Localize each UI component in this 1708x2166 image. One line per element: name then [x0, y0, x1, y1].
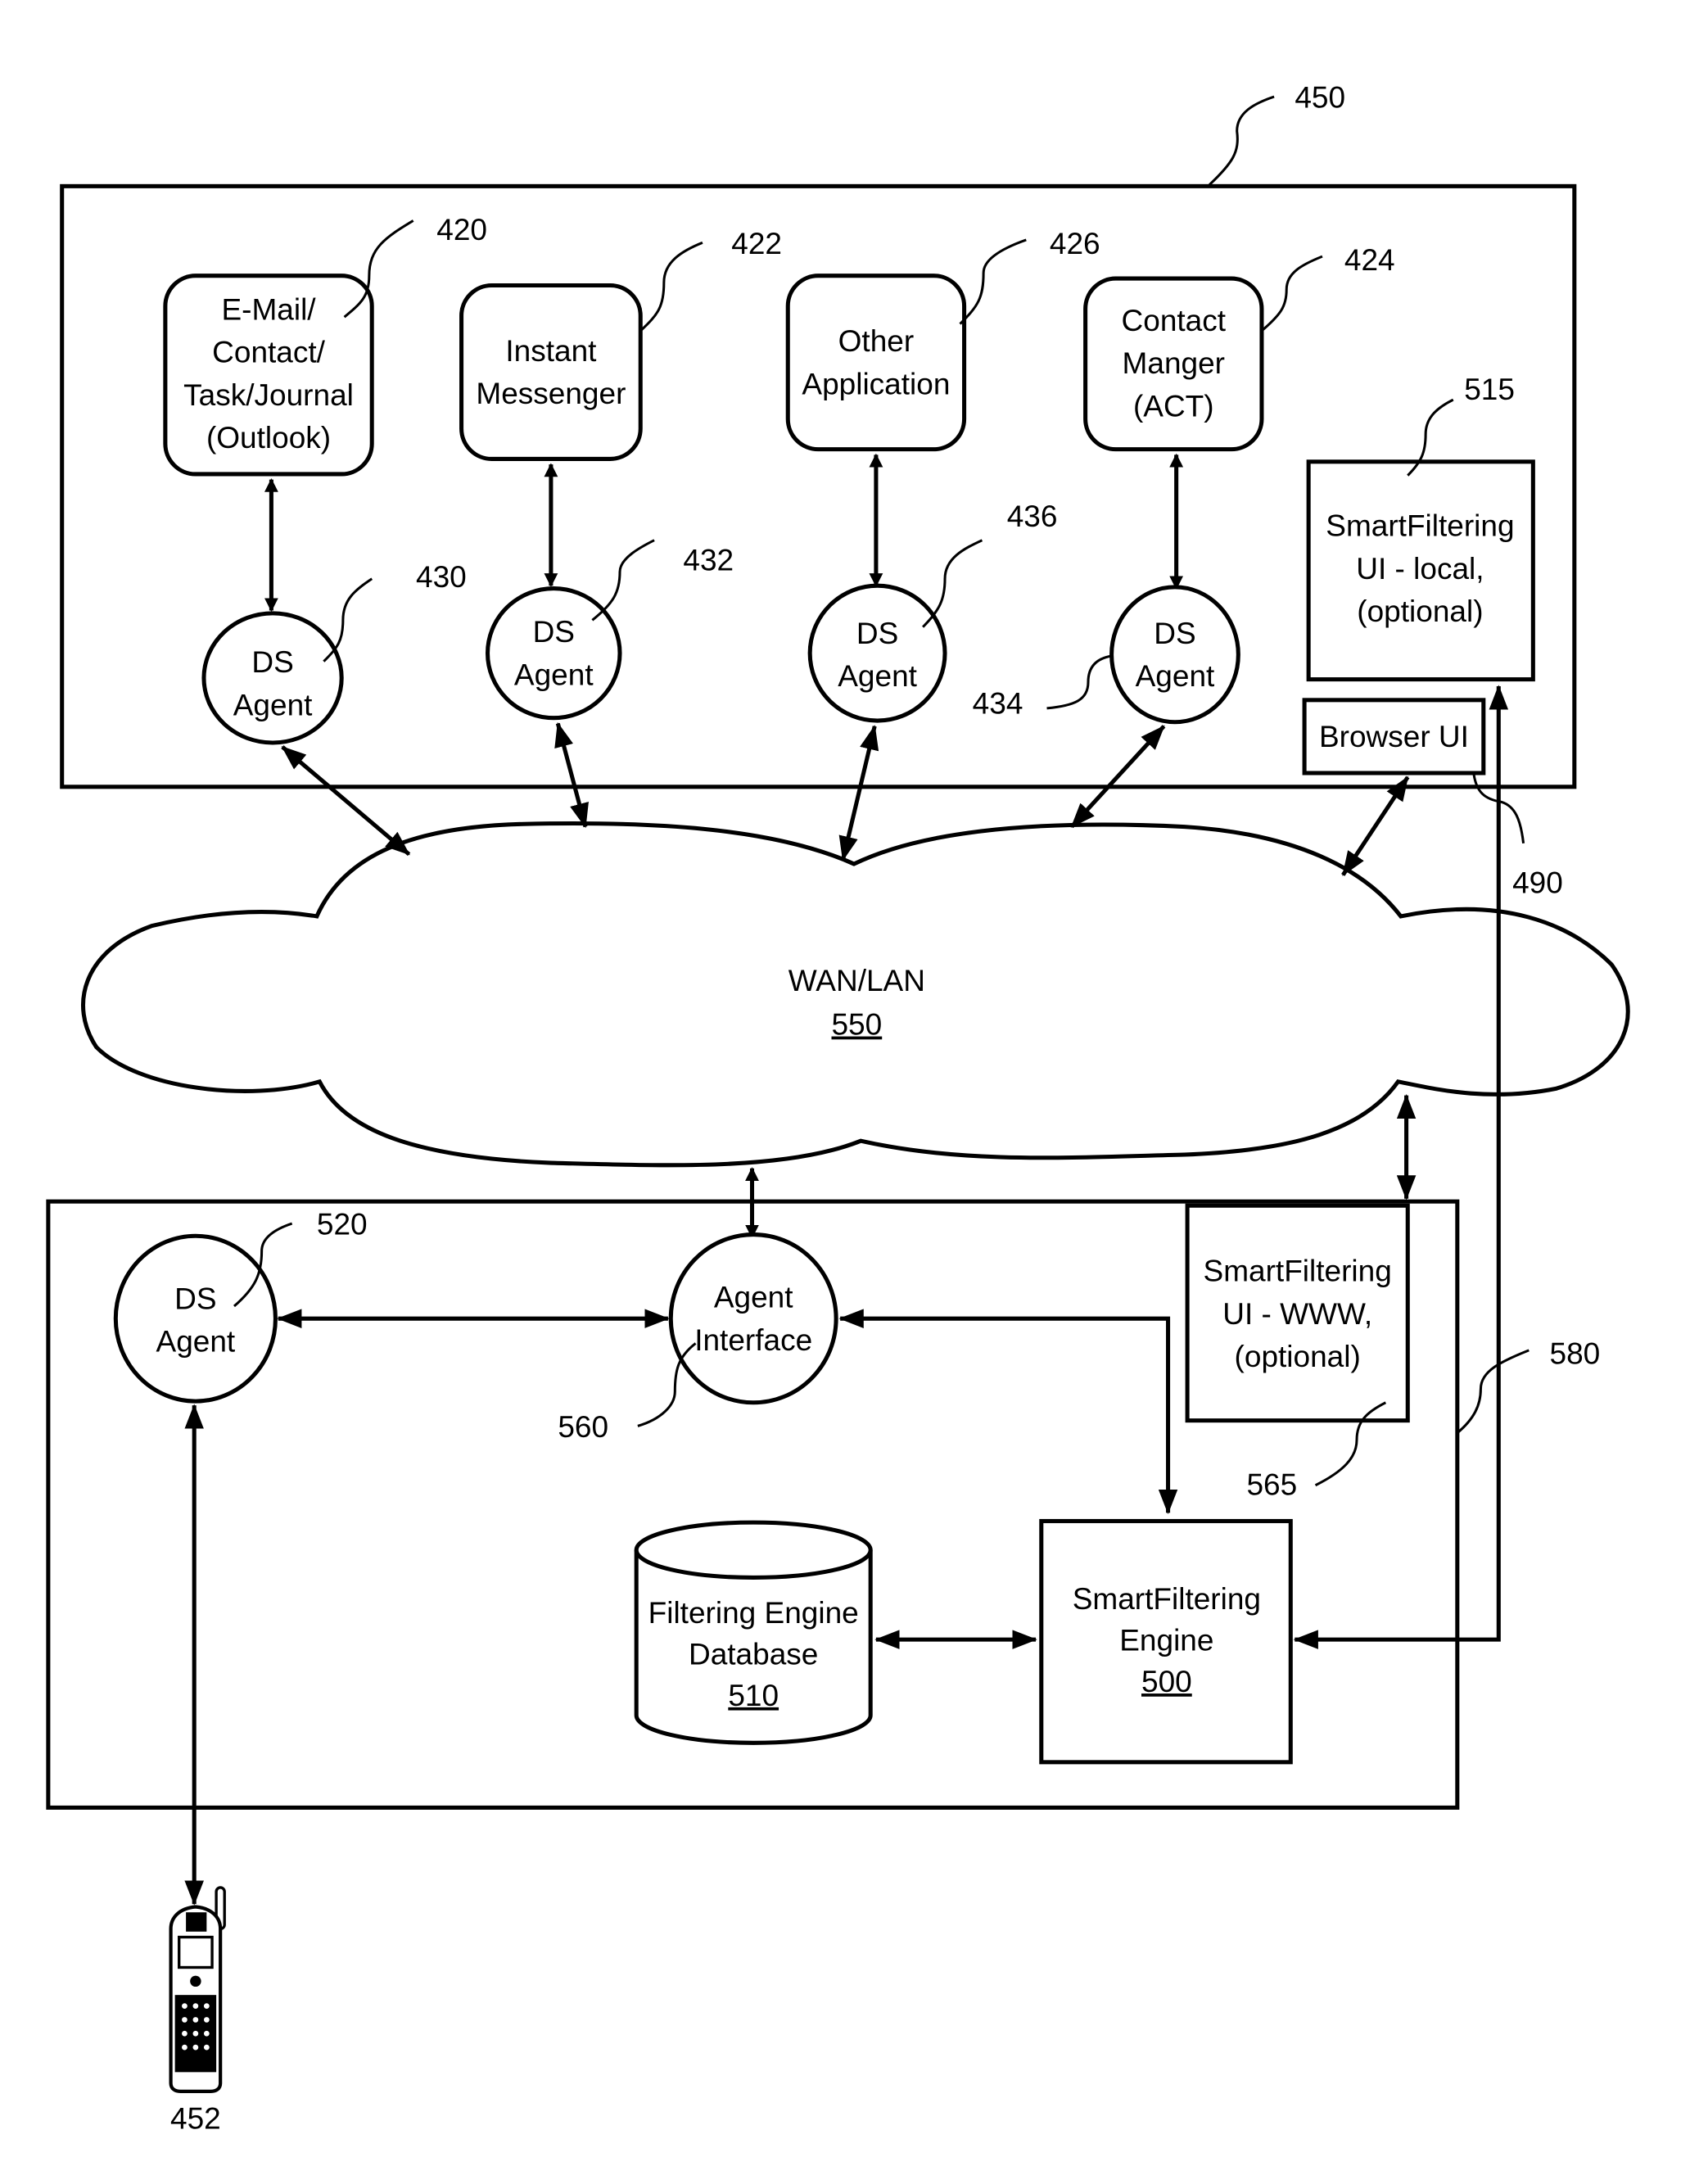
app-contact-line-2: Manger	[1123, 346, 1225, 380]
leader-434	[1046, 654, 1112, 710]
browser-ui[interactable]: Browser UI	[1302, 698, 1486, 776]
arrow-432-cloud	[554, 721, 589, 829]
ds-agent-434-line-2: Agent	[1136, 659, 1215, 693]
database-ref: 510	[728, 1679, 779, 1712]
engine-ref: 500	[1141, 1665, 1192, 1698]
app-other-line-1: Other	[838, 324, 915, 358]
connection-580	[1293, 685, 1509, 1649]
smartfiltering-ui-www[interactable]: SmartFiltering UI - WWW, (optional)	[1185, 1203, 1410, 1423]
leader-424	[1260, 255, 1323, 332]
leader-422	[639, 241, 703, 332]
sf-ui-www-line-3: (optional)	[1235, 1340, 1361, 1373]
app-box-other-application[interactable]: Other Application	[785, 274, 967, 452]
ds-agent-520-line-1: DS	[174, 1282, 216, 1315]
ref-436: 436	[1007, 500, 1058, 533]
arrow-436-cloud	[838, 725, 879, 861]
sf-ui-www-line-2: UI - WWW,	[1222, 1297, 1372, 1331]
mobile-phone-icon[interactable]	[169, 1886, 226, 2094]
ds-agent-430-line-1: DS	[251, 645, 293, 679]
ds-agent-430[interactable]: DS Agent	[201, 611, 344, 745]
ds-agent-430-line-2: Agent	[233, 688, 313, 721]
ref-452: 452	[170, 2101, 221, 2135]
ref-490: 490	[1512, 866, 1563, 899]
ref-420: 420	[436, 213, 487, 246]
ref-422: 422	[731, 227, 782, 260]
sf-ui-local-line-2: UI - local,	[1356, 552, 1484, 586]
leader-450	[1208, 95, 1275, 186]
ref-515: 515	[1464, 373, 1515, 406]
app-email-line-1: E-Mail/	[221, 293, 316, 327]
app-im-line-2: Messenger	[476, 377, 626, 410]
app-box-contact-manager[interactable]: Contact Manger (ACT)	[1083, 276, 1264, 452]
app-email-line-3: Task/Journal	[183, 378, 354, 412]
ref-520: 520	[317, 1208, 368, 1241]
arrow-430-cloud	[281, 745, 411, 857]
system-diagram: 450 E-Mail/ Contact/ Task/Journal (Outlo…	[46, 80, 1630, 2135]
ref-426: 426	[1050, 227, 1100, 260]
ref-434: 434	[973, 687, 1023, 721]
ref-560: 560	[558, 1410, 608, 1444]
app-im-line-1: Instant	[505, 334, 597, 368]
ref-430: 430	[416, 560, 467, 594]
app-contact-line-1: Contact	[1122, 304, 1227, 337]
ds-agent-432[interactable]: DS Agent	[485, 586, 622, 721]
agent-interface-line-1: Agent	[714, 1281, 793, 1314]
app-box-email[interactable]: E-Mail/ Contact/ Task/Journal (Outlook)	[163, 274, 374, 477]
ds-agent-520[interactable]: DS Agent	[113, 1233, 278, 1404]
ds-agent-436-line-1: DS	[856, 617, 898, 650]
sf-ui-www-line-1: SmartFiltering	[1204, 1255, 1392, 1288]
ds-agent-436-line-2: Agent	[838, 659, 917, 693]
ds-agent-432-line-2: Agent	[514, 658, 594, 691]
ds-agent-432-line-1: DS	[533, 615, 575, 649]
smartfiltering-ui-local[interactable]: SmartFiltering UI - local, (optional)	[1306, 459, 1535, 682]
network-label: WAN/LAN	[788, 964, 925, 997]
network-ref: 550	[831, 1008, 882, 1042]
ref-450: 450	[1295, 80, 1345, 114]
leader-426	[959, 238, 1027, 325]
app-other-line-2: Application	[802, 367, 950, 400]
ds-agent-520-line-2: Agent	[156, 1325, 236, 1359]
database-line-2: Database	[689, 1637, 818, 1671]
app-email-line-2: Contact/	[212, 336, 326, 369]
ds-agent-434-line-1: DS	[1154, 617, 1195, 650]
leader-580	[1456, 1349, 1530, 1434]
agent-interface[interactable]: Agent Interface	[668, 1232, 838, 1405]
sf-ui-local-line-3: (optional)	[1357, 595, 1483, 628]
browser-ui-label: Browser UI	[1319, 720, 1469, 753]
smartfiltering-engine[interactable]: SmartFiltering Engine 500	[1039, 1518, 1293, 1765]
app-contact-line-3: (ACT)	[1133, 389, 1214, 423]
app-email-line-4: (Outlook)	[206, 421, 331, 454]
filtering-engine-database[interactable]: Filtering Engine Database 510	[634, 1520, 873, 1745]
arrow-434-cloud	[1069, 725, 1166, 829]
ds-agent-434[interactable]: DS Agent	[1109, 585, 1240, 725]
ref-565: 565	[1246, 1467, 1297, 1501]
app-box-instant-messenger[interactable]: Instant Messenger	[459, 283, 643, 461]
arrow-agent-interface-engine	[838, 1309, 1178, 1515]
ref-432: 432	[683, 544, 734, 577]
ref-580: 580	[1550, 1337, 1601, 1371]
agent-interface-line-2: Interface	[694, 1323, 812, 1357]
engine-line-1: SmartFiltering	[1073, 1582, 1261, 1616]
ref-424: 424	[1344, 243, 1395, 277]
engine-line-2: Engine	[1119, 1624, 1213, 1657]
sf-ui-local-line-1: SmartFiltering	[1326, 509, 1514, 543]
ds-agent-436[interactable]: DS Agent	[807, 583, 947, 723]
database-line-1: Filtering Engine	[648, 1596, 859, 1630]
arrow-browser-cloud	[1341, 776, 1410, 876]
